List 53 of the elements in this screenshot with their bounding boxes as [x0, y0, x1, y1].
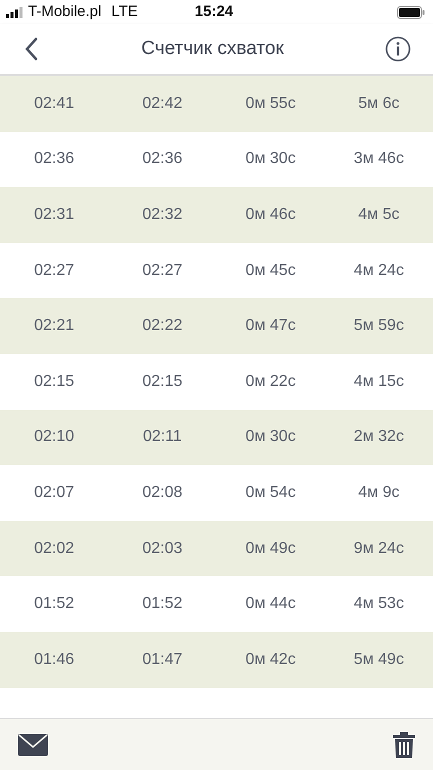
carrier-name: T-Mobile.pl — [28, 2, 102, 22]
network-type: LTE — [111, 2, 138, 22]
table-cell-text: 02:08 — [142, 482, 182, 503]
table-cell-text: 01:52 — [34, 594, 74, 614]
table-cell-text: 02:27 — [142, 260, 182, 281]
table-cell-text: 2м 32с — [354, 427, 404, 448]
table-cell-text: 5м 6с — [358, 94, 400, 114]
table-cell-text: 02:10 — [34, 427, 74, 448]
table-cell-text: 01:46 — [34, 650, 74, 670]
clock-time: 15:24 — [194, 2, 234, 22]
table-cell-text: 02:41 — [34, 94, 74, 114]
table-cell-text: 0м 30с — [246, 427, 296, 448]
table-cell-text: 4м 15с — [354, 372, 404, 392]
table-cell-text: 0м 47с — [246, 316, 296, 336]
table-cell-text: 0м 46с — [246, 204, 296, 225]
table-cell-text: 4м 5с — [358, 204, 400, 225]
table-cell-text: 02:32 — [142, 204, 182, 225]
table-cell-text: 02:36 — [142, 149, 182, 170]
table-cell-text: 02:11 — [142, 427, 182, 448]
table-cell-text: 01:47 — [142, 650, 182, 670]
signal-icon — [6, 6, 24, 18]
table-cell-text: 02:31 — [34, 204, 74, 225]
table-cell-text: 5м 49с — [354, 650, 404, 670]
table-cell-text: 4м 24с — [354, 260, 404, 281]
table-cell-text: 01:52 — [142, 594, 182, 614]
table-cell-text: 0м 44с — [246, 594, 296, 614]
table-cell-text: 4м 9с — [358, 482, 400, 503]
table-cell-text: 3м 46с — [354, 149, 404, 170]
table-cell-text: 0м 30с — [246, 149, 296, 170]
table-cell-text: 4м 53с — [354, 594, 404, 614]
table-cell-text: 9м 24с — [354, 538, 404, 559]
info-button[interactable] — [384, 36, 411, 62]
table-cell-text: 5м 59с — [354, 316, 404, 336]
delete-button[interactable] — [393, 732, 415, 758]
table-cell-text: 02:42 — [142, 94, 182, 114]
table-cell-text: 0м 22с — [246, 372, 296, 392]
table-cell-text: 0м 55с — [246, 94, 296, 114]
table-cell-text: 0м 54с — [246, 482, 296, 503]
table-cell-text: 02:02 — [34, 538, 74, 559]
battery-icon — [397, 6, 425, 18]
table-cell-text: 0м 49с — [246, 538, 296, 559]
screen-title: Счетчик схваток — [141, 36, 284, 61]
table-cell-text: 02:15 — [34, 372, 74, 392]
mail-button[interactable] — [18, 734, 48, 756]
table-cell-text: 02:36 — [34, 149, 74, 170]
table-cell-text: 02:15 — [142, 372, 182, 392]
table-cell-text: 02:07 — [34, 482, 74, 503]
table-cell-text: 02:27 — [34, 260, 74, 281]
table-cell-text: 0м 42с — [246, 650, 296, 670]
table-cell-text: 02:22 — [142, 316, 182, 336]
table-cell-text: 02:03 — [142, 538, 182, 559]
table-cell-text: 02:21 — [34, 316, 74, 336]
table-cell-text: 0м 45с — [246, 260, 296, 281]
